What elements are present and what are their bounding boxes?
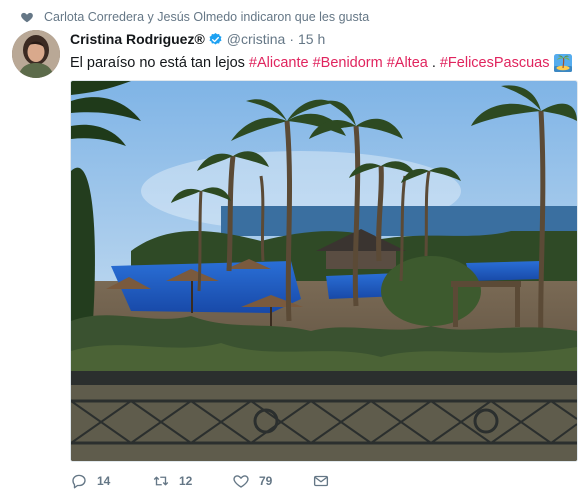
direct-message-button[interactable] xyxy=(312,472,330,490)
text-period: . xyxy=(431,55,436,71)
like-heart-icon xyxy=(233,475,249,488)
display-name[interactable]: Cristina Rodriguez® xyxy=(70,31,205,47)
hashtag-benidorm[interactable]: #Benidorm xyxy=(313,54,383,72)
hashtag-altea[interactable]: #Altea xyxy=(387,54,428,72)
retweet-icon xyxy=(153,476,169,486)
like-button[interactable]: 79 xyxy=(232,472,312,490)
reply-icon xyxy=(72,474,86,489)
resort-pool-photo xyxy=(71,81,577,461)
hashtag-alicante[interactable]: #Alicante xyxy=(249,54,309,72)
like-count: 79 xyxy=(259,474,273,488)
avatar-image xyxy=(12,30,60,78)
desert-island-emoji-icon xyxy=(554,54,573,72)
retweet-count: 12 xyxy=(179,474,193,488)
heart-icon xyxy=(21,12,33,23)
tweet-header: Cristina Rodriguez® @cristina · 15 h xyxy=(70,30,325,48)
tweet-text: El paraíso no está tan lejos #Alicante #… xyxy=(70,52,575,74)
tweet-photo[interactable] xyxy=(70,80,578,462)
handle[interactable]: @cristina xyxy=(227,31,286,47)
hashtag-felicespascuas[interactable]: #FelicesPascuas xyxy=(440,54,550,72)
timestamp[interactable]: 15 h xyxy=(298,31,325,47)
reply-count: 14 xyxy=(97,474,111,488)
retweet-button[interactable]: 12 xyxy=(152,472,232,490)
avatar[interactable] xyxy=(12,30,60,78)
verified-badge-icon xyxy=(209,32,222,44)
separator-dot: · xyxy=(289,31,295,47)
tweet-actions: 14 12 79 xyxy=(70,470,330,492)
social-context-text: Carlota Corredera y Jesús Olmedo indicar… xyxy=(44,10,370,24)
envelope-icon xyxy=(313,475,329,487)
tweet-text-plain: El paraíso no está tan lejos xyxy=(70,55,245,71)
reply-button[interactable]: 14 xyxy=(70,472,152,490)
social-context[interactable]: Carlota Corredera y Jesús Olmedo indicar… xyxy=(21,9,370,25)
